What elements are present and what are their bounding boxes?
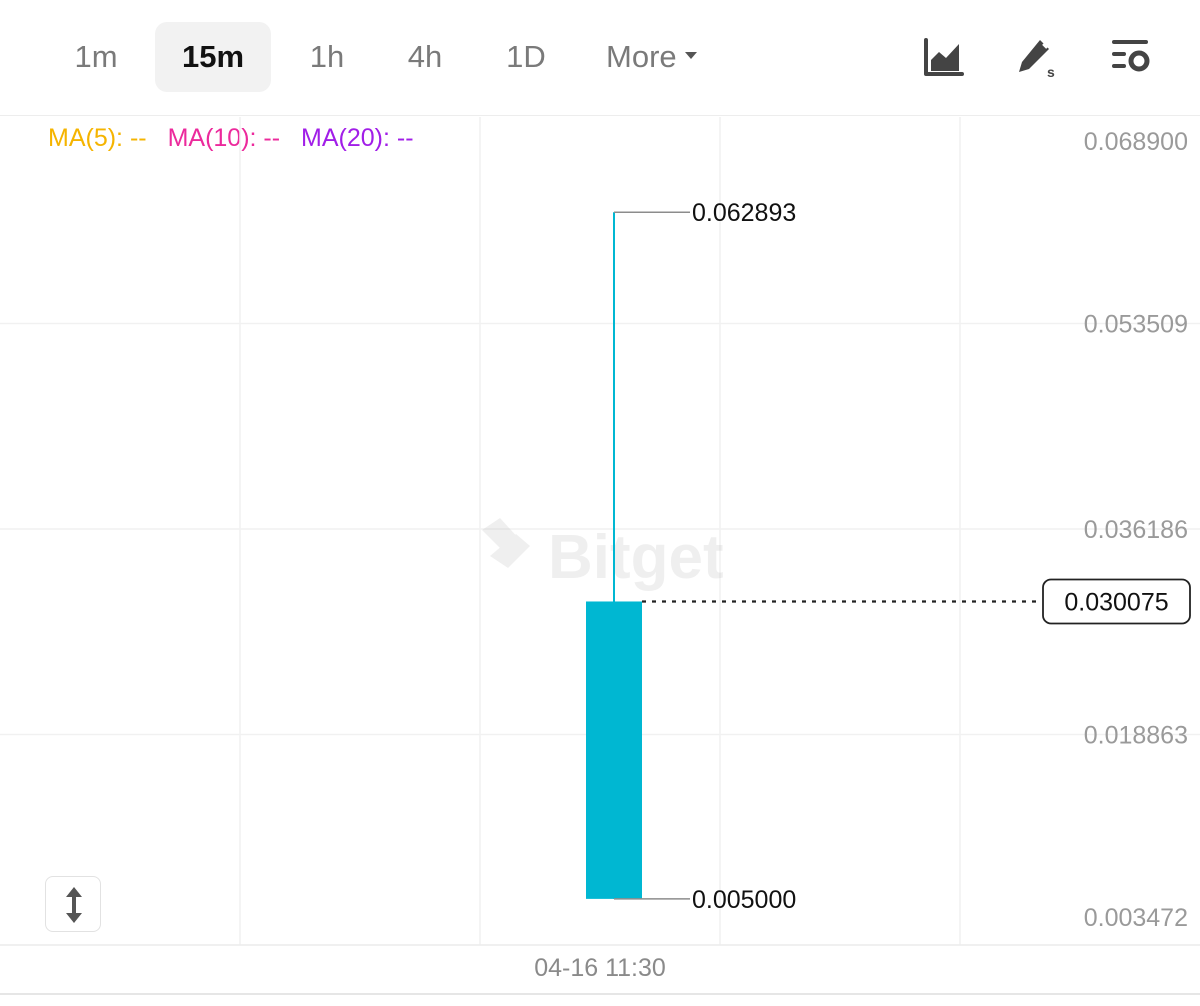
y-tick-label: 0.003472 [1084, 904, 1188, 932]
candlestick-chart[interactable]: Bitget 0.0689000.0535090.0361860.0188630… [0, 0, 1200, 1006]
y-tick-label: 0.068900 [1084, 128, 1188, 156]
vertical-arrows-icon [66, 887, 82, 923]
bottom-divider [0, 993, 1200, 995]
last-price-label: 0.030075 [1064, 588, 1168, 616]
price-axis: 0.068900 0.053509 0.036186 0.018863 0.003472 [1084, 128, 1188, 932]
watermark-text: Bitget [548, 523, 724, 592]
y-tick-label: 0.053509 [1084, 311, 1188, 339]
y-tick-label: 0.036186 [1084, 516, 1188, 544]
time-axis-label: 04-16 11:30 [534, 954, 666, 982]
candle-body[interactable] [586, 601, 642, 899]
y-tick-label: 0.018863 [1084, 721, 1188, 749]
low-price-label: 0.005000 [692, 886, 796, 914]
high-price-label: 0.062893 [692, 199, 796, 227]
scale-toggle-button[interactable] [45, 876, 101, 932]
